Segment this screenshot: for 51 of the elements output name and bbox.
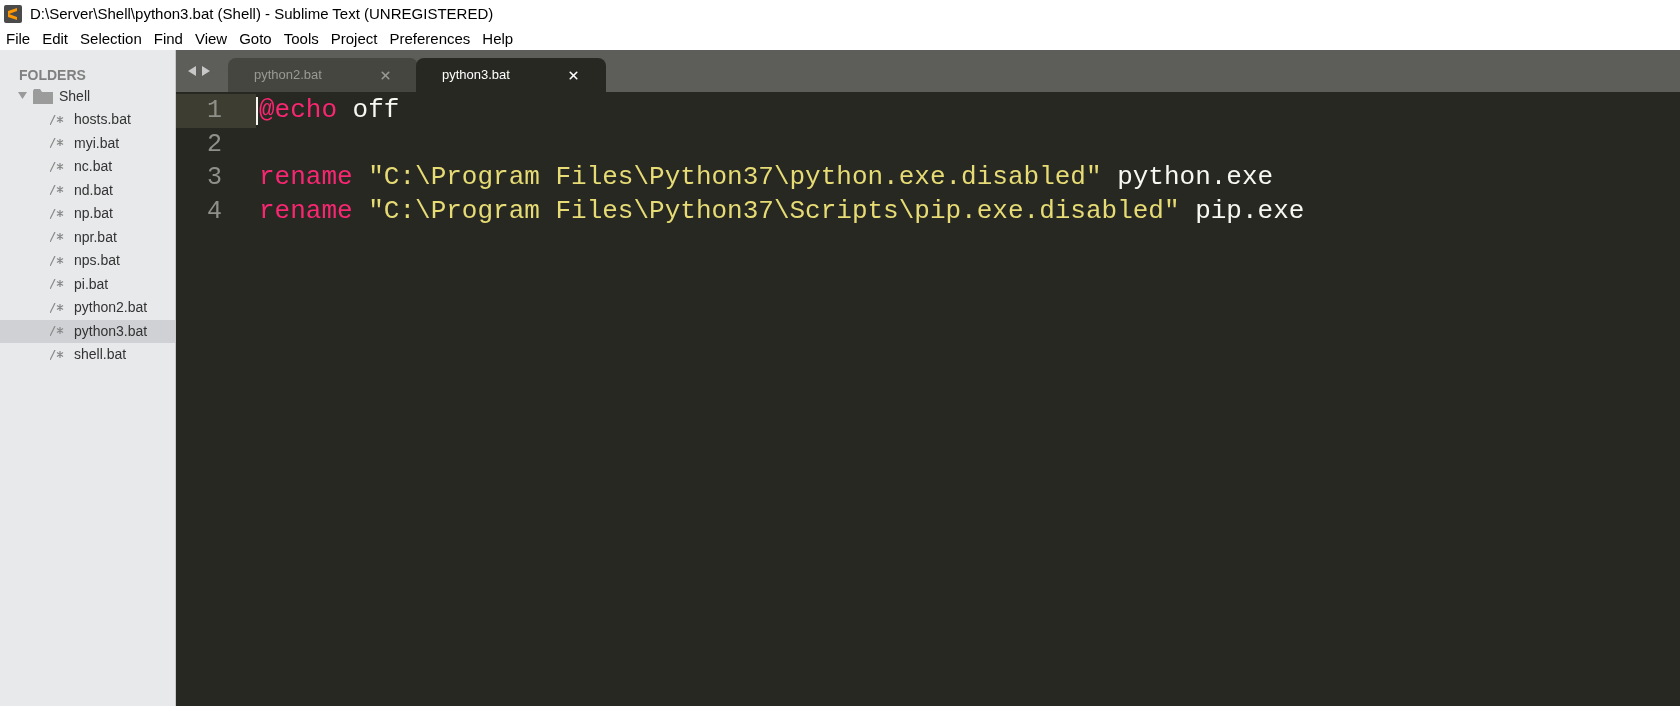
close-icon[interactable] bbox=[567, 68, 580, 82]
line-number: 3 bbox=[206, 162, 223, 194]
sidebar-tree-row[interactable]: hosts.bat bbox=[0, 108, 175, 132]
menu-item[interactable]: Edit bbox=[42, 27, 69, 51]
menu-item[interactable]: Selection bbox=[80, 27, 142, 51]
code-line: @echo off bbox=[258, 94, 400, 128]
menu-item[interactable]: Help bbox=[482, 27, 514, 51]
sidebar-tree-row[interactable]: nd.bat bbox=[0, 178, 175, 202]
menu-item[interactable]: Goto bbox=[239, 27, 272, 51]
file-icon bbox=[50, 232, 64, 243]
sidebar-tree-row[interactable]: python2.bat bbox=[0, 296, 175, 320]
file-icon bbox=[50, 208, 64, 219]
file-icon bbox=[50, 185, 64, 196]
file-icon bbox=[50, 326, 64, 337]
menu-item[interactable]: Project bbox=[330, 27, 378, 51]
line-number: 4 bbox=[206, 195, 223, 228]
right-arrow-icon[interactable] bbox=[202, 66, 210, 76]
sidebar-tree-row[interactable]: nc.bat bbox=[0, 155, 175, 179]
sidebar-tree-row[interactable]: shell.bat bbox=[0, 343, 175, 367]
file-icon bbox=[50, 255, 64, 266]
sidebar-heading: FOLDERS bbox=[18, 66, 87, 84]
disclosure-triangle-icon[interactable] bbox=[18, 92, 27, 100]
left-arrow-icon[interactable] bbox=[188, 66, 196, 76]
folder-icon bbox=[33, 88, 53, 104]
sidebar-tree-row[interactable]: npr.bat bbox=[0, 225, 175, 249]
folder-row[interactable]: Shell bbox=[0, 84, 175, 108]
menu-item[interactable]: File bbox=[6, 27, 31, 51]
file-icon bbox=[50, 161, 64, 172]
sidebar-tree-row[interactable]: myi.bat bbox=[0, 131, 175, 155]
window-title: D:\Server\Shell\python3.bat (Shell) - Sublime Text (UNREGISTERED) bbox=[30, 3, 494, 24]
file-icon bbox=[50, 349, 64, 360]
line-number: 1 bbox=[176, 94, 256, 128]
menu-item[interactable]: Preferences bbox=[389, 27, 471, 51]
menu-item[interactable]: Tools bbox=[283, 27, 319, 51]
file-icon bbox=[50, 279, 64, 290]
sidebar-tree-row[interactable]: python3.bat bbox=[0, 319, 175, 343]
file-icon bbox=[50, 114, 64, 125]
app-logo-icon bbox=[4, 5, 22, 23]
file-icon bbox=[50, 302, 64, 313]
sidebar-tree-row[interactable]: nps.bat bbox=[0, 249, 175, 273]
file-icon bbox=[50, 138, 64, 149]
sidebar-tree-row[interactable]: np.bat bbox=[0, 202, 175, 226]
sidebar-tree-row[interactable]: pi.bat bbox=[0, 272, 175, 296]
code-line: rename "C:\Program Files\Python37\python.exe.disabled" python.exe bbox=[258, 161, 1274, 195]
tab[interactable]: python3.bat bbox=[416, 58, 606, 92]
text-cursor bbox=[256, 96, 258, 125]
code-line: rename "C:\Program Files\Python37\Scripts\pip.exe.disabled" pip.exe bbox=[258, 194, 1305, 228]
menu-item[interactable]: View bbox=[194, 27, 228, 51]
line-number: 2 bbox=[206, 128, 223, 161]
folder-name: Shell bbox=[59, 86, 91, 106]
menu-item[interactable]: Find bbox=[153, 27, 183, 51]
